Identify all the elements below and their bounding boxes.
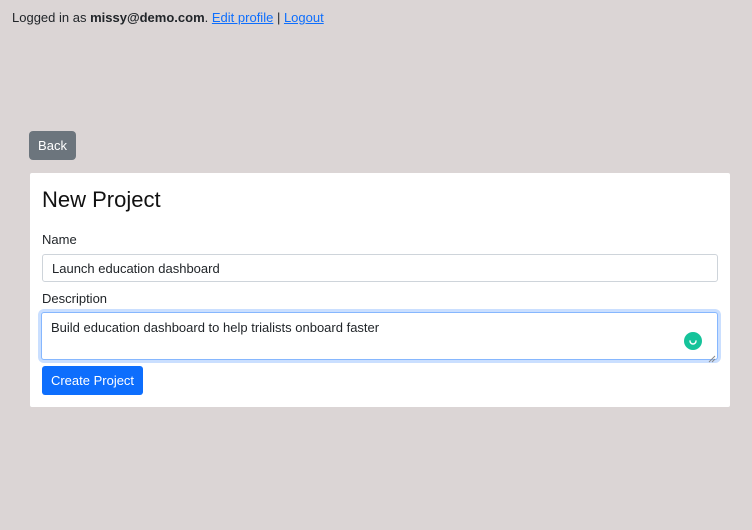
create-project-button[interactable]: Create Project bbox=[42, 366, 143, 395]
separator-pipe: | bbox=[276, 10, 281, 25]
separator-dot: . bbox=[204, 10, 209, 25]
description-textarea[interactable]: Build education dashboard to help triali… bbox=[41, 312, 718, 360]
description-label: Description bbox=[42, 291, 108, 306]
user-email: missy@demo.com bbox=[90, 10, 205, 25]
session-bar: Logged in as missy@demo.com. Edit profil… bbox=[12, 10, 324, 26]
logged-in-text: Logged in as bbox=[12, 10, 87, 25]
name-input[interactable] bbox=[42, 254, 718, 282]
logout-link[interactable]: Logout bbox=[284, 10, 324, 25]
grammar-assistant-icon[interactable] bbox=[684, 332, 702, 350]
name-label: Name bbox=[42, 232, 77, 247]
edit-profile-link[interactable]: Edit profile bbox=[212, 10, 273, 25]
description-field-wrapper: Build education dashboard to help triali… bbox=[41, 312, 718, 363]
resize-handle-icon[interactable] bbox=[708, 350, 716, 363]
back-button[interactable]: Back bbox=[29, 131, 76, 160]
new-project-card: New Project Name Description Build educa… bbox=[30, 173, 730, 407]
page-title: New Project bbox=[42, 187, 161, 212]
